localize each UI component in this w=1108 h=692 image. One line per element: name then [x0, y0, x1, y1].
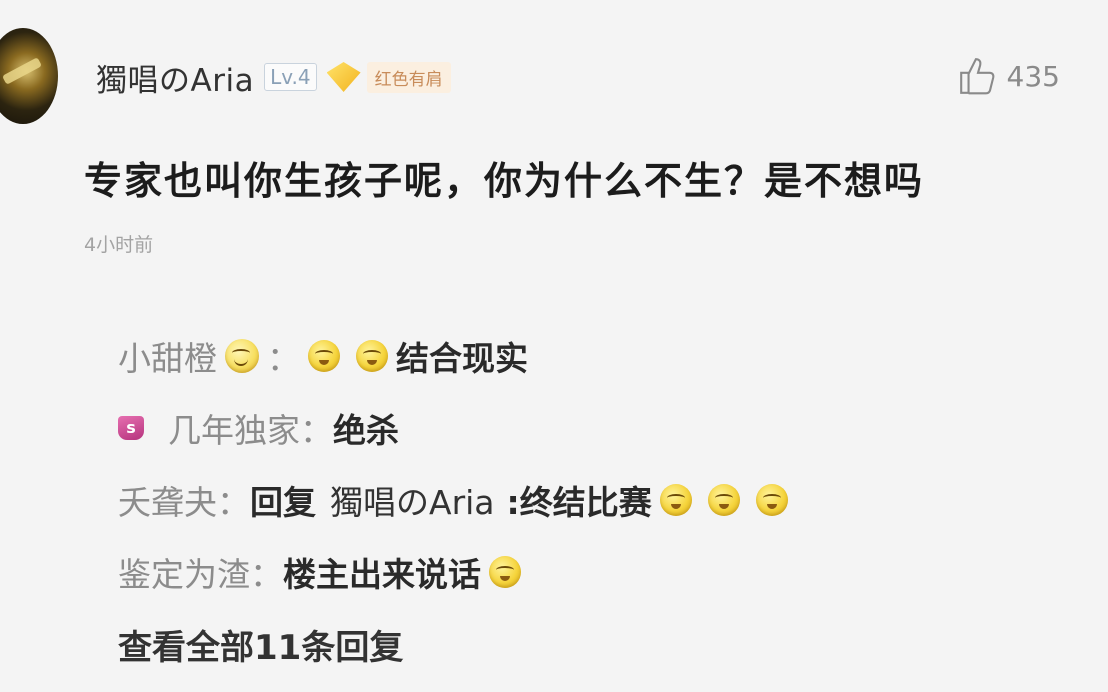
reply-target-user[interactable]: 獨唱のAria: [330, 476, 495, 524]
cringe-face-emoji-icon: [755, 484, 788, 516]
reply-content: 楼主出来说话: [283, 555, 481, 594]
reply-list: 小甜橙 ： 结合现实 s 几年独家 ： 绝杀 夭聋夬 ： 回复 獨唱のAria …: [118, 320, 1058, 680]
fan-badge[interactable]: 红色有肩: [326, 61, 451, 93]
cringe-face-emoji-icon: [308, 340, 340, 372]
like-button[interactable]: 435: [957, 54, 1060, 98]
reply-content: 结合现实: [396, 339, 528, 378]
reply-item[interactable]: 鉴定为渣 ： 楼主出来说话: [118, 536, 1058, 608]
reply-separator: ：: [217, 483, 250, 522]
reply-content: 绝杀: [333, 411, 399, 450]
comment-username[interactable]: 獨唱のAria: [96, 55, 254, 100]
cringe-face-emoji-icon: [707, 484, 740, 516]
reply-label: 回复: [250, 483, 316, 522]
vip-badge-icon: s: [118, 416, 144, 440]
comment-body: 专家也叫你生孩子呢，你为什么不生？是不想吗: [84, 158, 925, 203]
reply-item[interactable]: 小甜橙 ： 结合现实: [118, 320, 1058, 392]
reply-author[interactable]: 鉴定为渣: [118, 548, 250, 596]
cringe-face-emoji-icon: [659, 484, 692, 516]
comment-timestamp: 4小时前: [84, 234, 154, 256]
cringe-face-emoji-icon: [489, 556, 521, 588]
reply-separator: ：: [300, 411, 333, 450]
user-avatar[interactable]: [0, 28, 58, 124]
reply-separator: ：: [267, 339, 300, 378]
diamond-badge-icon: [326, 62, 361, 92]
reply-content: :终结比赛: [506, 483, 652, 522]
reply-author[interactable]: 几年独家: [168, 404, 300, 452]
reply-separator: ：: [250, 555, 283, 594]
reply-author[interactable]: 夭聋夬: [118, 476, 217, 524]
cringe-face-emoji-icon: [356, 340, 388, 372]
view-all-replies-link[interactable]: 查看全部11条回复: [118, 608, 1058, 680]
smiling-face-emoji-icon: [225, 339, 259, 373]
reply-item[interactable]: s 几年独家 ： 绝杀: [118, 392, 1058, 464]
reply-item[interactable]: 夭聋夬 ： 回复 獨唱のAria :终结比赛: [118, 464, 1058, 536]
view-all-replies-label: 查看全部11条回复: [118, 627, 404, 668]
user-level-badge: Lv.4: [264, 63, 317, 91]
comment-header: 獨唱のAria Lv.4 红色有肩: [96, 52, 451, 102]
reply-author[interactable]: 小甜橙: [118, 332, 217, 380]
thumbs-up-icon: [959, 58, 994, 95]
like-count: 435: [1006, 59, 1060, 93]
fan-badge-label: 红色有肩: [366, 61, 451, 93]
